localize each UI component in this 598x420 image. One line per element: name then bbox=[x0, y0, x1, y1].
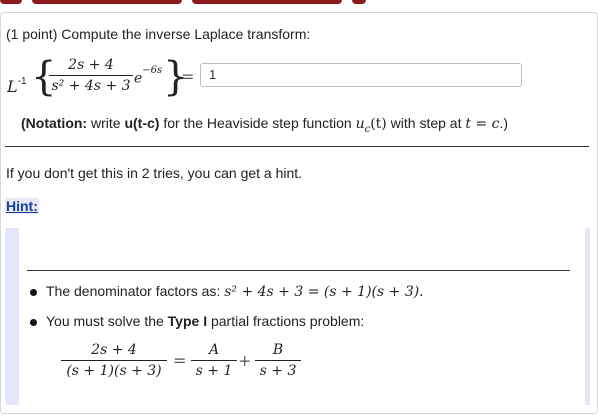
notation-end: .) bbox=[499, 115, 509, 131]
answer-input[interactable]: 1 bbox=[200, 63, 522, 87]
equals-sign: = bbox=[181, 67, 195, 86]
bullet-1-math: s² + 4s + 3 = (s + 1)(s + 3). bbox=[224, 284, 424, 300]
pf-b-numerator: B bbox=[255, 342, 301, 361]
pf-left-denominator: (s + 1)(s + 3) bbox=[66, 363, 162, 379]
transform-fraction: 2s + 4 s² + 4s + 3 bbox=[49, 57, 133, 94]
hint-divider bbox=[27, 270, 570, 271]
pf-plus: + bbox=[238, 351, 252, 370]
bullet-2-text-1: You must solve the bbox=[46, 313, 164, 329]
bullet-1 bbox=[30, 289, 37, 296]
bullet-2-text-2: partial fractions problem: bbox=[210, 313, 365, 329]
notation-text-1: write bbox=[90, 115, 121, 131]
pf-left-numerator: 2s + 4 bbox=[61, 342, 167, 361]
notation-math-2: t = c bbox=[465, 116, 500, 132]
points-label: (1 point) bbox=[6, 26, 58, 42]
pf-b-denominator: s + 3 bbox=[259, 363, 297, 379]
top-tab-bar bbox=[0, 0, 598, 6]
problem-divider bbox=[5, 146, 589, 147]
hint-box: The denominator factors as: s² + 4s + 3 … bbox=[5, 228, 590, 405]
pf-a-fraction: A s + 1 bbox=[191, 342, 237, 379]
pf-left-fraction: 2s + 4 (s + 1)(s + 3) bbox=[61, 342, 167, 379]
top-tab-4[interactable] bbox=[352, 0, 366, 4]
pf-equals: = bbox=[173, 351, 187, 370]
hint-bullet-2: You must solve the Type I partial fracti… bbox=[46, 313, 364, 329]
top-tab-2[interactable] bbox=[32, 0, 182, 4]
exp-power: −6s bbox=[142, 65, 163, 76]
notation-text-2: for the Heaviside step function bbox=[163, 115, 352, 131]
notation-text-3: with step at bbox=[390, 115, 462, 131]
notation-math-arg: (t) bbox=[370, 116, 387, 132]
tries-message: If you don't get this in 2 tries, you ca… bbox=[6, 165, 303, 181]
pf-b-fraction: B s + 3 bbox=[255, 342, 301, 379]
laplace-symbol: L bbox=[7, 77, 18, 96]
pf-a-denominator: s + 1 bbox=[195, 363, 233, 379]
bullet-2 bbox=[30, 319, 37, 326]
top-tab-1[interactable] bbox=[0, 0, 22, 4]
top-tab-3[interactable] bbox=[192, 0, 342, 4]
notation-code: u(t-c) bbox=[124, 115, 160, 131]
hint-bullet-1: The denominator factors as: s² + 4s + 3 … bbox=[46, 283, 424, 300]
laplace-operator: L-1 bbox=[7, 76, 27, 96]
problem-intro: (1 point) Compute the inverse Laplace tr… bbox=[6, 26, 310, 42]
instruction-text: Compute the inverse Laplace transform: bbox=[61, 26, 311, 42]
exponential-term: e−6s bbox=[134, 65, 162, 87]
notation-math-u: u bbox=[355, 116, 365, 132]
laplace-superscript: -1 bbox=[17, 76, 27, 87]
fraction-denominator: s² + 4s + 3 bbox=[51, 78, 131, 94]
notation-math-1: uc(t) bbox=[355, 116, 387, 135]
pf-a-numerator: A bbox=[191, 342, 237, 361]
bullet-1-text: The denominator factors as: bbox=[46, 283, 221, 299]
fraction-numerator: 2s + 4 bbox=[49, 57, 133, 76]
notation-line: (Notation: write u(t-c) for the Heavisid… bbox=[21, 115, 508, 135]
hint-link[interactable]: Hint: bbox=[5, 198, 39, 214]
problem-panel: (1 point) Compute the inverse Laplace tr… bbox=[0, 12, 598, 414]
hint-content: The denominator factors as: s² + 4s + 3 … bbox=[19, 228, 585, 405]
bullet-2-bold: Type I bbox=[167, 313, 208, 329]
notation-label: (Notation: bbox=[21, 115, 88, 131]
